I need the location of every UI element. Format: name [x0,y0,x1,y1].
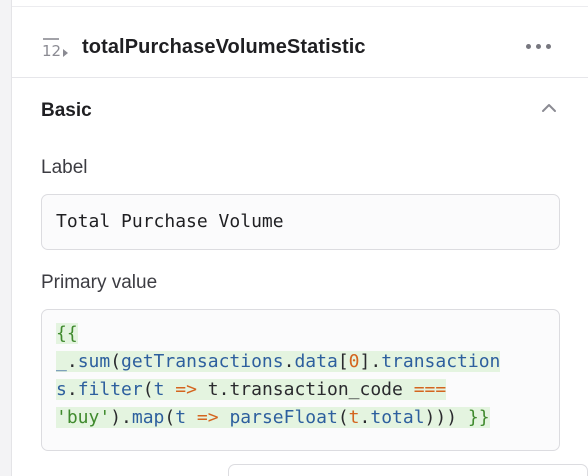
basic-section: Basic Label Total Purchase Volume Primar… [12,78,588,476]
more-horizontal-icon [526,44,531,49]
code-line-3: s.filter(t => t.transaction_code === [56,379,447,400]
next-field-input[interactable] [228,464,588,476]
code-line-4: 'buy').map(t => parseFloat(t.total))) }} [56,407,490,428]
code-line-2: _.sum(getTransactions.data[0].transactio… [56,351,501,372]
more-options-button[interactable] [522,35,556,57]
section-title[interactable]: Basic [41,100,92,122]
code-token: {{ [56,323,78,344]
label-input[interactable]: Total Purchase Volume [41,194,560,250]
primary-value-label: Primary value [41,272,158,293]
component-name[interactable]: totalPurchaseVolumeStatistic [82,36,366,59]
code-line-1: {{ [56,320,551,348]
primary-value-code-editor[interactable]: {{ _.sum(getTransactions.data[0].transac… [41,309,560,451]
chevron-up-icon [542,104,556,112]
number-stat-icon: 12 [41,37,71,60]
inspector-panel: 12 totalPurchaseVolumeStatistic Basic La… [11,0,588,476]
svg-text:12: 12 [42,42,61,59]
component-header: 12 totalPurchaseVolumeStatistic [12,7,588,77]
collapse-section-button[interactable] [539,98,559,118]
label-field-label: Label [41,157,88,178]
